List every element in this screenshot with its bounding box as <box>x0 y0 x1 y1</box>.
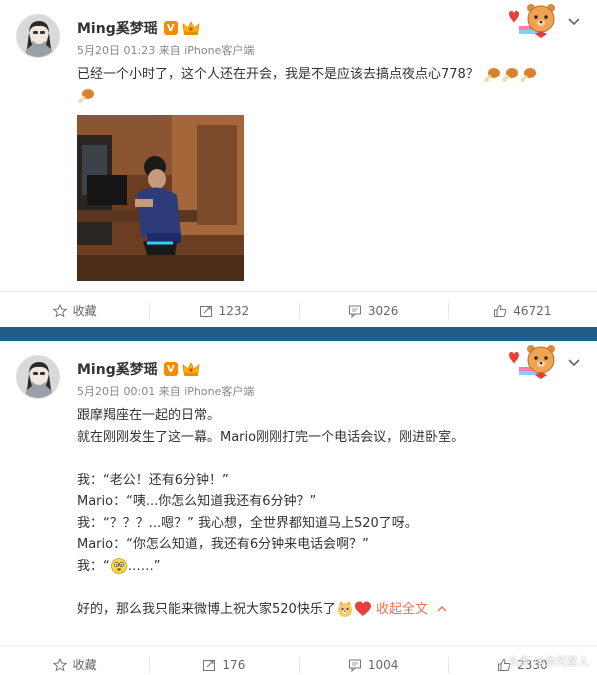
post-photo[interactable] <box>77 115 244 281</box>
doge-emoji-icon <box>336 600 354 618</box>
collect-button[interactable]: 收藏 <box>0 292 149 329</box>
user-avatar[interactable] <box>16 355 60 399</box>
post-source[interactable]: iPhone客户端 <box>184 44 254 57</box>
weibo-post-1: Ming奚梦瑶 V 5月20日 01:23 来自 iPhone客户端 已经一个小… <box>0 0 597 327</box>
repost-icon <box>199 305 212 317</box>
post-meta: 5月20日 00:01 来自 iPhone客户端 <box>77 383 254 399</box>
comment-icon <box>348 659 361 672</box>
comment-icon <box>348 305 361 318</box>
star-icon <box>52 303 67 318</box>
post-text-line-with-emoji: 我：“ ……” <box>77 556 573 578</box>
repost-button[interactable]: 1232 <box>149 292 298 329</box>
source-watermark: 头条 @余死星人 <box>508 655 590 668</box>
post-action-bar: 收藏 176 1004 2330 <box>0 645 597 675</box>
chicken-leg-emoji-icon <box>519 66 537 84</box>
repost-icon <box>203 659 216 671</box>
dizzy-face-emoji-icon <box>110 557 128 575</box>
collect-label: 收藏 <box>72 304 97 318</box>
comment-button[interactable]: 1004 <box>298 646 448 675</box>
weibo-post-2: Ming奚梦瑶 V 5月20日 00:01 来自 iPhone客户端 跟摩羯座在… <box>0 341 597 675</box>
post-action-bar: 收藏 1232 3026 46721 <box>0 291 597 329</box>
user-name[interactable]: Ming奚梦瑶 <box>77 18 158 38</box>
comment-count: 1004 <box>367 657 399 672</box>
post-text-line: 跟摩羯座在一起的日常。 <box>77 408 221 423</box>
like-button[interactable]: 46721 <box>447 292 597 329</box>
chevron-down-icon[interactable] <box>567 355 581 369</box>
post-source[interactable]: iPhone客户端 <box>184 385 254 398</box>
post-meta: 5月20日 01:23 来自 iPhone客户端 <box>77 42 254 58</box>
bear-card-decoration-icon <box>509 4 555 38</box>
post-text-line: Mario：“咦...你怎么知道我还有6分钟？” <box>77 494 317 509</box>
source-prefix: 来自 <box>158 385 181 398</box>
post-text: 跟摩羯座在一起的日常。 就在刚刚发生了这一幕。Mario刚刚打完一个电话会议，刚… <box>77 405 573 620</box>
post-text-line: 我：“？？？...嗯？” 我心想，全世界都知道马上520了呀。 <box>77 515 418 531</box>
vip-crown-icon <box>182 362 200 376</box>
post-text: 已经一个小时了，这个人还在开会，我是不是应该去搞点夜点心778？ <box>77 64 573 106</box>
chicken-leg-emoji-icon <box>501 66 519 84</box>
chevron-up-icon[interactable] <box>436 603 448 615</box>
bear-card-decoration-icon <box>509 345 555 379</box>
verified-badge-icon: V <box>163 362 178 376</box>
chicken-leg-emoji-icon <box>483 66 501 84</box>
post-time[interactable]: 5月20日 00:01 <box>77 385 155 398</box>
post-text-line: 好的，那么我只能来微博上祝大家520快乐了 <box>77 601 336 617</box>
post-text-line: Mario：“你怎么知道，我还有6分钟来电话会啊？” <box>77 537 369 552</box>
post-text-line: 我：“老公！还有6分钟！” <box>77 472 229 488</box>
user-name[interactable]: Ming奚梦瑶 <box>77 359 158 379</box>
source-prefix: 来自 <box>158 44 181 57</box>
post-text-line: 就在刚刚发生了这一幕。Mario刚刚打完一个电话会议，刚进卧室。 <box>77 429 465 445</box>
verified-badge-icon: V <box>163 21 178 35</box>
like-count: 46721 <box>513 303 552 318</box>
heart-emoji-icon <box>354 600 372 618</box>
vip-crown-icon <box>182 21 200 35</box>
post-time[interactable]: 5月20日 01:23 <box>77 44 155 57</box>
collect-label: 收藏 <box>72 658 97 672</box>
comment-count: 3026 <box>367 303 399 318</box>
repost-count: 1232 <box>218 303 250 318</box>
chevron-down-icon[interactable] <box>567 14 581 28</box>
thumbs-up-icon <box>494 304 507 317</box>
post-text-ellipsis: ……” <box>127 558 161 574</box>
chicken-leg-emoji-icon <box>77 87 95 105</box>
post-text-line-with-emoji: 好的，那么我只能来微博上祝大家520快乐了 收起全文 <box>77 599 573 621</box>
collapse-full-text-link[interactable]: 收起全文 <box>376 602 428 617</box>
post-text-line: 我：“ <box>77 558 110 574</box>
repost-button[interactable]: 176 <box>149 646 298 675</box>
comment-button[interactable]: 3026 <box>298 292 448 329</box>
collect-button[interactable]: 收藏 <box>0 646 149 675</box>
user-avatar[interactable] <box>16 14 60 58</box>
star-icon <box>52 657 67 672</box>
post-text-line: 已经一个小时了，这个人还在开会，我是不是应该去搞点夜点心778？ <box>77 67 479 82</box>
repost-count: 176 <box>222 657 246 672</box>
feed-separator <box>0 327 597 341</box>
